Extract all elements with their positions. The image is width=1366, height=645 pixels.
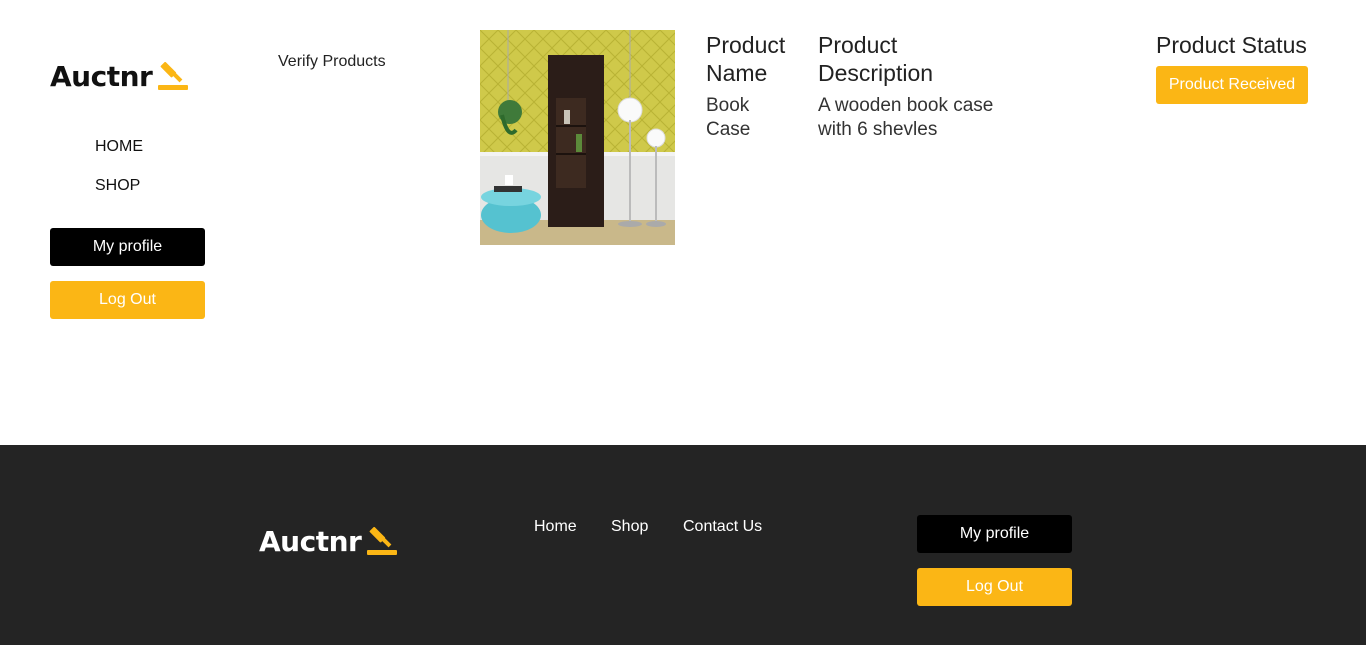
product-status-button[interactable]: Product Received (1156, 66, 1308, 104)
product-name-header: Product Name (706, 32, 786, 86)
nav-shop-link[interactable]: SHOP (95, 177, 140, 195)
product-image (480, 30, 675, 245)
footer-brand-name: Auctnr (259, 525, 362, 558)
my-profile-button[interactable]: My profile (50, 228, 205, 266)
gavel-icon (367, 526, 398, 555)
footer-logout-button[interactable]: Log Out (917, 568, 1072, 606)
brand-name: Auctnr (50, 60, 153, 93)
brand-logo[interactable]: Auctnr (50, 60, 190, 93)
product-description-value: A wooden book case with 6 shevles (818, 95, 994, 140)
product-name-value: Book Case (706, 95, 751, 140)
logout-button[interactable]: Log Out (50, 281, 205, 319)
footer-contact-link[interactable]: Contact Us (683, 518, 762, 536)
footer-brand-logo[interactable]: Auctnr (259, 525, 399, 558)
product-status-header: Product Status (1156, 32, 1307, 58)
footer-home-link[interactable]: Home (534, 518, 577, 536)
nav-home-link[interactable]: HOME (95, 138, 143, 156)
footer-shop-link[interactable]: Shop (611, 518, 648, 536)
page-title: Verify Products (278, 53, 386, 70)
footer-my-profile-button[interactable]: My profile (917, 515, 1072, 553)
footer: Auctnr Home Shop Contact Us My profile L… (0, 445, 1366, 645)
product-description-header: Product Description (818, 32, 934, 86)
gavel-icon (158, 61, 189, 90)
